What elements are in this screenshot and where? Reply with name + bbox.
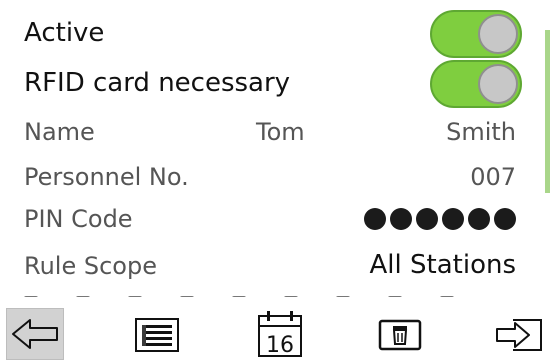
active-row: Active [0,10,550,58]
pin-dot [494,208,516,230]
pin-dot [390,208,412,230]
pin-label: PIN Code [24,205,133,233]
name-row[interactable]: Name Tom Smith [0,114,550,150]
last-name-value[interactable]: Smith [446,118,516,146]
active-toggle[interactable] [430,10,522,58]
name-label: Name [24,118,95,146]
active-label: Active [24,18,105,48]
rfid-toggle[interactable] [430,60,522,108]
trash-icon [378,319,422,351]
back-arrow-icon [12,319,58,349]
list-button[interactable] [130,310,184,360]
pin-masked-value[interactable] [364,208,516,230]
pin-dot [442,208,464,230]
calendar-button[interactable]: 16 [253,306,307,362]
rfid-label: RFID card necessary [24,68,291,98]
bottom-toolbar: 16 [0,304,550,363]
pin-dot [416,208,438,230]
first-name-value[interactable]: Tom [256,118,305,146]
toggle-knob [478,64,518,104]
scrolled-row-fragment [24,291,524,297]
back-button[interactable] [6,308,64,360]
personnel-label: Personnel No. [24,163,189,191]
pin-dot [468,208,490,230]
list-icon [135,318,179,352]
personnel-row[interactable]: Personnel No. 007 [0,160,550,196]
pin-dot [364,208,386,230]
exit-button[interactable] [490,310,548,360]
delete-button[interactable] [373,310,427,360]
rfid-row: RFID card necessary [0,60,550,108]
exit-icon [496,319,542,351]
rule-scope-value[interactable]: All Stations [370,250,516,280]
personnel-value[interactable]: 007 [470,163,516,191]
calendar-day: 16 [266,333,294,358]
rule-scope-label: Rule Scope [24,252,157,280]
scroll-indicator[interactable] [545,30,550,193]
rule-scope-row[interactable]: Rule Scope All Stations [0,248,550,286]
pin-row[interactable]: PIN Code [0,204,550,240]
toggle-knob [478,14,518,54]
